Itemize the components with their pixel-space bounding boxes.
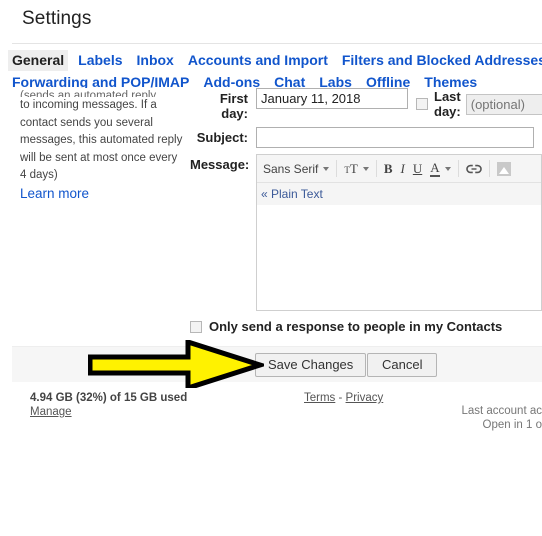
last-account-line-2: Open in 1 o (482, 419, 542, 431)
underline-button[interactable]: U (409, 158, 426, 180)
image-icon (496, 161, 511, 176)
font-size-dropdown[interactable]: TT (340, 158, 372, 180)
last-day-label: Last day: (434, 89, 461, 119)
font-family-value: Sans Serif (263, 161, 319, 176)
font-size-icon: TT (344, 160, 358, 176)
help-clipped-line: (sends an automated reply (20, 90, 157, 97)
help-column: (sends an automated reply to incoming me… (20, 88, 186, 203)
last-day-input[interactable] (465, 93, 542, 115)
insert-link-button[interactable] (462, 158, 486, 180)
settings-screen: Settings General Labels Inbox Accounts a… (0, 0, 542, 536)
terms-separator: - (335, 392, 346, 404)
last-account-line-1: Last account ac (461, 405, 542, 417)
cancel-button[interactable]: Cancel (367, 353, 438, 377)
font-family-dropdown[interactable]: Sans Serif (259, 158, 333, 180)
subject-row: Subject: (190, 127, 542, 148)
tab-labels[interactable]: Labels (78, 51, 122, 70)
plain-text-link[interactable]: « Plain Text (261, 187, 323, 201)
bold-button[interactable]: B (380, 158, 397, 180)
toolbar-divider (375, 160, 377, 177)
italic-button[interactable]: I (396, 158, 408, 180)
vacation-responder-section: (sends an automated reply to incoming me… (12, 88, 542, 384)
insert-image-button[interactable] (493, 158, 515, 180)
contacts-only-row: Only send a response to people in my Con… (190, 319, 542, 334)
toolbar-divider (336, 160, 338, 177)
learn-more-link[interactable]: Learn more (20, 186, 89, 201)
terms-privacy: Terms - Privacy (304, 392, 383, 404)
help-description: (sends an automated reply to incoming me… (20, 88, 186, 185)
last-day-checkbox[interactable] (416, 98, 428, 110)
page-title: Settings (22, 8, 92, 29)
message-row: Message: Sans Serif TT B I U A « Plain T… (190, 154, 542, 311)
toolbar-divider (488, 160, 490, 177)
privacy-link[interactable]: Privacy (346, 392, 384, 404)
tab-accounts-and-import[interactable]: Accounts and Import (188, 51, 328, 70)
link-icon (465, 164, 482, 173)
tab-filters-and-blocked-addresses[interactable]: Filters and Blocked Addresses (342, 51, 542, 70)
title-divider (12, 43, 542, 44)
message-editor: Sans Serif TT B I U A « Plain Text (256, 154, 542, 311)
form-column: First day: Last day: Subject: Message: (190, 88, 542, 334)
action-button-bar: Save Changes Cancel (12, 346, 542, 382)
message-body-textarea[interactable] (257, 205, 541, 310)
chevron-down-icon (323, 166, 330, 171)
editor-toolbar: Sans Serif TT B I U A (257, 155, 541, 183)
manage-storage-link[interactable]: Manage (30, 406, 72, 418)
chevron-down-icon (362, 166, 369, 171)
first-day-input[interactable] (256, 88, 408, 109)
first-day-row: First day: Last day: (190, 88, 542, 121)
terms-link[interactable]: Terms (304, 392, 335, 404)
last-day-group: Last day: (416, 88, 542, 119)
storage-usage-text: 4.94 GB (32%) of 15 GB used (30, 392, 188, 404)
tab-inbox[interactable]: Inbox (137, 51, 174, 70)
contacts-only-label: Only send a response to people in my Con… (209, 319, 503, 334)
help-paragraph: to incoming messages. If a contact sends… (20, 99, 183, 181)
plain-text-bar: « Plain Text (257, 183, 541, 205)
tab-general[interactable]: General (8, 50, 69, 71)
contacts-only-checkbox[interactable] (190, 320, 202, 333)
title-bar: Settings (0, 0, 542, 43)
chevron-down-icon (444, 166, 451, 171)
last-account-activity: Last account ac Open in 1 o (312, 404, 542, 432)
save-changes-button[interactable]: Save Changes (255, 353, 367, 377)
text-color-icon: A (430, 159, 440, 177)
page-footer: 4.94 GB (32%) of 15 GB used Manage Terms… (12, 388, 542, 432)
tabs-row-1: General Labels Inbox Accounts and Import… (8, 50, 542, 71)
message-label: Message: (190, 157, 250, 172)
toolbar-divider (457, 160, 459, 177)
settings-tabs: General Labels Inbox Accounts and Import… (8, 50, 542, 92)
first-day-label: First day: (219, 91, 248, 121)
text-color-dropdown[interactable]: A (426, 158, 454, 180)
subject-input[interactable] (256, 127, 534, 148)
subject-label: Subject: (196, 130, 248, 145)
